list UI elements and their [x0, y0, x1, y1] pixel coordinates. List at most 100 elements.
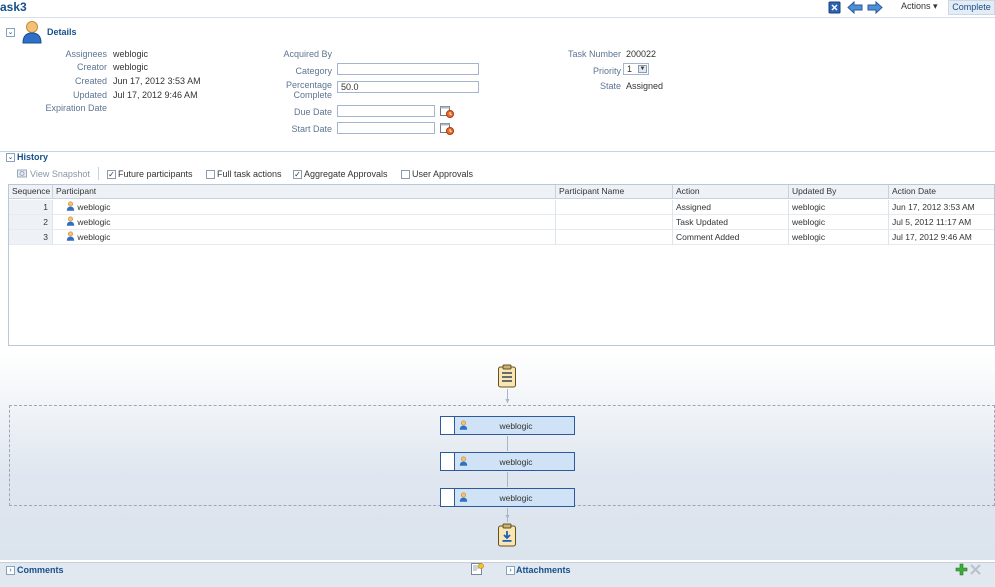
- participant-text: weblogic: [77, 232, 111, 242]
- row-updated-by: weblogic: [789, 230, 889, 245]
- page-title: ask3: [0, 0, 27, 14]
- participant-text: weblogic: [77, 202, 111, 212]
- due-date-label: Due Date: [293, 107, 332, 117]
- participant-node[interactable]: weblogic: [440, 452, 575, 471]
- col-header-action[interactable]: Action: [673, 185, 789, 199]
- history-header: History: [17, 152, 49, 162]
- node-side-panel: [441, 489, 455, 506]
- row-sequence: 2: [9, 215, 53, 230]
- close-task-icon[interactable]: [827, 1, 842, 14]
- assignees-value: weblogic: [113, 49, 149, 59]
- aggregate-approvals-checkbox[interactable]: ✓: [293, 170, 302, 179]
- history-divider: [0, 151, 995, 152]
- full-task-actions-checkbox[interactable]: [206, 170, 215, 179]
- expiration-date-label: Expiration Date: [45, 103, 107, 113]
- user-icon: [66, 216, 75, 226]
- row-updated-by: weblogic: [789, 215, 889, 230]
- state-label: State: [599, 81, 621, 91]
- row-participant: weblogic: [53, 215, 556, 230]
- add-comment-icon[interactable]: [471, 563, 484, 575]
- future-participants-label: Future participants: [118, 169, 193, 179]
- row-action: Comment Added: [673, 230, 789, 245]
- assignees-label: Assignees: [65, 49, 107, 59]
- percentage-complete-input[interactable]: 50.0: [337, 81, 479, 93]
- col-header-participant[interactable]: Participant: [53, 185, 556, 199]
- complete-button[interactable]: Complete: [948, 0, 995, 15]
- participant-node-label: weblogic: [499, 493, 533, 503]
- row-participant-name: [556, 200, 673, 215]
- history-collapse-toggle[interactable]: ⌄: [6, 153, 15, 162]
- updated-label: Updated: [72, 90, 107, 100]
- row-action-date: Jul 17, 2012 9:46 AM: [889, 230, 994, 245]
- updated-value: Jul 17, 2012 9:46 AM: [113, 90, 198, 100]
- task-end-icon: [497, 523, 517, 547]
- state-value: Assigned: [626, 81, 664, 91]
- row-action: Assigned: [673, 200, 789, 215]
- task-number-value: 200022: [626, 49, 657, 59]
- bottom-bar: [0, 562, 995, 587]
- details-collapse-toggle[interactable]: ⌄: [6, 28, 15, 37]
- participant-text: weblogic: [77, 217, 111, 227]
- start-date-input[interactable]: [337, 122, 435, 134]
- priority-label: Priority: [592, 66, 621, 76]
- chevron-down-icon: ▼: [638, 65, 647, 73]
- participant-node-label: weblogic: [499, 421, 533, 431]
- task-number-label: Task Number: [567, 49, 621, 59]
- created-value: Jun 17, 2012 3:53 AM: [113, 76, 201, 86]
- toolbar-separator: [98, 167, 99, 180]
- col-header-action-date[interactable]: Action Date: [889, 185, 994, 199]
- participant-node-label: weblogic: [499, 457, 533, 467]
- row-sequence: 3: [9, 230, 53, 245]
- row-action-date: Jun 17, 2012 3:53 AM: [889, 200, 994, 215]
- due-date-input[interactable]: [337, 105, 435, 117]
- title-divider: [0, 17, 995, 18]
- participant-node[interactable]: weblogic: [440, 416, 575, 435]
- attachments-expand-toggle[interactable]: ›: [506, 566, 515, 575]
- participant-node[interactable]: weblogic: [440, 488, 575, 507]
- priority-select[interactable]: 1 ▼: [623, 63, 649, 75]
- next-arrow-icon[interactable]: [867, 0, 883, 15]
- row-action-date: Jul 5, 2012 11:17 AM: [889, 215, 994, 230]
- history-table: Sequence Participant Participant Name Ac…: [8, 184, 995, 346]
- col-header-participant-name[interactable]: Participant Name: [556, 185, 673, 199]
- actions-menu[interactable]: Actions ▾: [901, 1, 938, 12]
- attachments-header[interactable]: Attachments: [516, 565, 571, 575]
- user-icon: [21, 20, 43, 44]
- snapshot-icon: [17, 168, 27, 178]
- row-participant: weblogic: [53, 230, 556, 245]
- arrow-down-icon: ▼: [504, 514, 511, 521]
- comments-header[interactable]: Comments: [17, 565, 64, 575]
- node-side-panel: [441, 453, 455, 470]
- percentage-label-line2: Complete: [293, 90, 332, 100]
- category-input[interactable]: [337, 63, 479, 75]
- creator-label: Creator: [76, 62, 107, 72]
- arrow-down-icon: ▼: [504, 398, 511, 405]
- node-side-panel: [441, 417, 455, 434]
- task-start-icon: [497, 364, 517, 388]
- creator-value: weblogic: [113, 62, 149, 72]
- row-participant-name: [556, 215, 673, 230]
- user-approvals-checkbox[interactable]: [401, 170, 410, 179]
- add-attachment-icon[interactable]: [955, 563, 968, 576]
- comments-expand-toggle[interactable]: ›: [6, 566, 15, 575]
- view-snapshot-button[interactable]: View Snapshot: [30, 169, 90, 179]
- previous-arrow-icon[interactable]: [847, 0, 863, 15]
- row-updated-by: weblogic: [789, 200, 889, 215]
- future-participants-checkbox[interactable]: ✓: [107, 170, 116, 179]
- row-action: Task Updated: [673, 215, 789, 230]
- percentage-label-line1: Percentage: [285, 80, 332, 90]
- priority-value: 1: [627, 64, 633, 74]
- row-participant-name: [556, 230, 673, 245]
- due-date-calendar-icon[interactable]: [440, 105, 454, 118]
- full-task-actions-label: Full task actions: [217, 169, 282, 179]
- user-icon: [66, 201, 75, 211]
- col-header-sequence[interactable]: Sequence: [9, 185, 53, 199]
- details-header: Details: [47, 27, 77, 37]
- start-date-calendar-icon[interactable]: [440, 122, 454, 135]
- acquired-by-label: Acquired By: [283, 49, 332, 59]
- col-header-updated-by[interactable]: Updated By: [789, 185, 889, 199]
- row-participant: weblogic: [53, 200, 556, 215]
- aggregate-approvals-label: Aggregate Approvals: [304, 169, 388, 179]
- delete-attachment-icon[interactable]: [970, 564, 981, 575]
- start-date-label: Start Date: [291, 124, 332, 134]
